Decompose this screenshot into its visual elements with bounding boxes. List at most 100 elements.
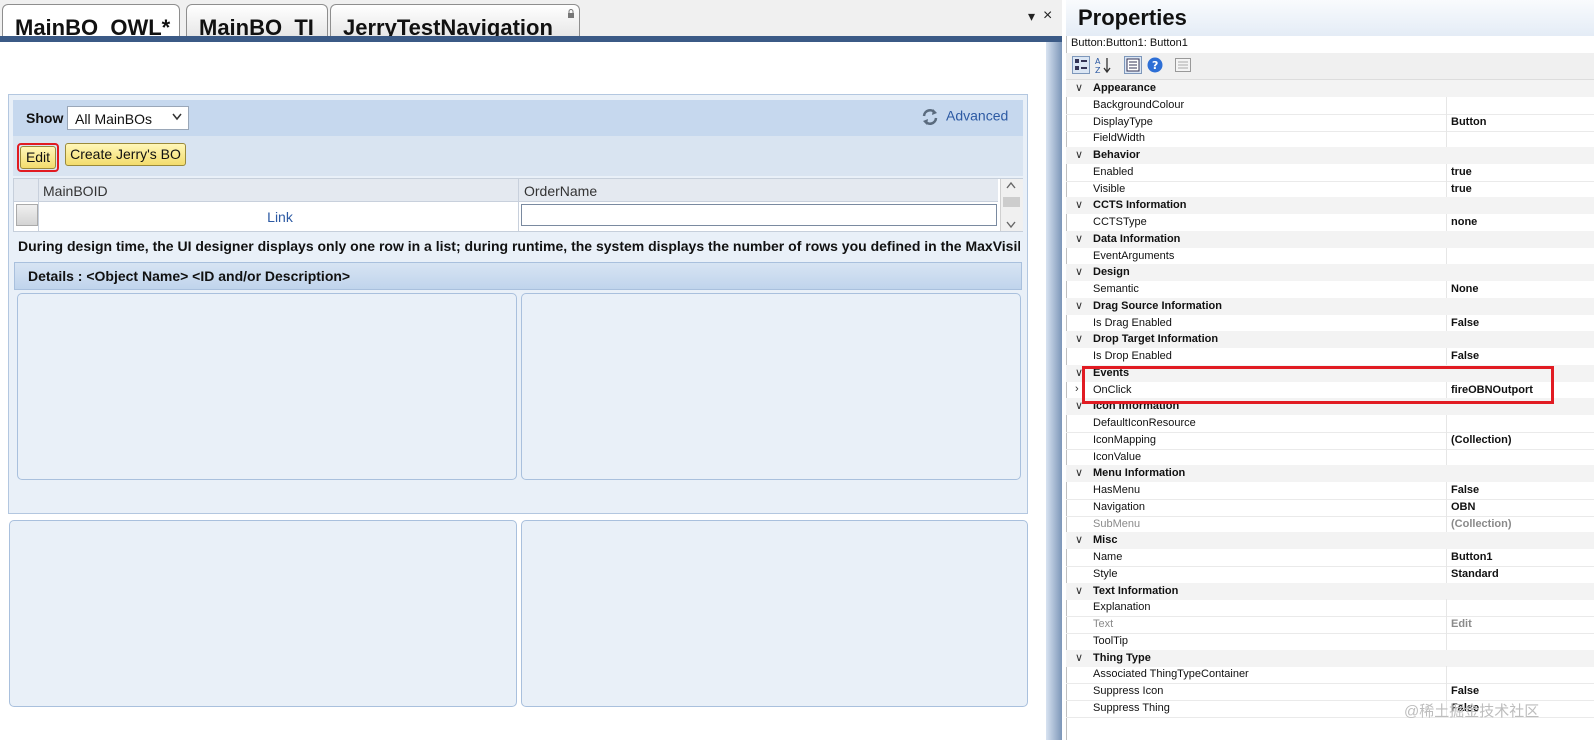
property-row[interactable]: FieldWidth bbox=[1066, 130, 1594, 149]
property-category[interactable]: ∨ Data Information bbox=[1066, 230, 1594, 248]
collapse-category-icon[interactable]: ∨ bbox=[1075, 584, 1087, 597]
sort-alphabetical-icon[interactable]: A Z bbox=[1094, 56, 1112, 74]
categorized-icon[interactable] bbox=[1072, 56, 1090, 74]
property-category[interactable]: ∨ Misc bbox=[1066, 532, 1594, 550]
property-row[interactable]: DefaultIconResource bbox=[1066, 415, 1594, 433]
property-row[interactable]: Style Standard bbox=[1066, 565, 1594, 584]
property-row[interactable]: Associated ThingTypeContainer bbox=[1066, 666, 1594, 685]
property-value[interactable]: Button bbox=[1451, 116, 1486, 128]
property-name: ToolTip bbox=[1093, 634, 1129, 647]
category-name: CCTS Information bbox=[1093, 199, 1187, 212]
column-header-mainboid[interactable]: MainBOID bbox=[43, 183, 108, 199]
property-value[interactable]: False bbox=[1451, 484, 1479, 496]
property-row[interactable]: Suppress Icon False bbox=[1066, 683, 1594, 701]
property-row[interactable]: Enabled true bbox=[1066, 163, 1594, 182]
property-value[interactable]: None bbox=[1451, 283, 1479, 295]
help-icon[interactable]: ? bbox=[1146, 56, 1164, 74]
table-scrollbar[interactable] bbox=[1000, 179, 1023, 231]
property-category[interactable]: ∨ Menu Information bbox=[1066, 465, 1594, 483]
property-value[interactable]: true bbox=[1451, 166, 1472, 178]
scroll-up-icon[interactable] bbox=[1006, 181, 1016, 189]
advanced-link[interactable]: Advanced bbox=[920, 107, 1008, 127]
property-row[interactable]: DisplayType Button bbox=[1066, 113, 1594, 132]
property-category[interactable]: ∨ Thing Type bbox=[1066, 649, 1594, 667]
property-row[interactable]: EventArguments bbox=[1066, 247, 1594, 266]
property-category[interactable]: ∨ Design bbox=[1066, 264, 1594, 282]
property-category[interactable]: ∨ Appearance bbox=[1066, 80, 1594, 97]
property-row[interactable]: Is Drop Enabled False bbox=[1066, 348, 1594, 366]
property-value[interactable]: Edit bbox=[1451, 618, 1472, 630]
collapse-category-icon[interactable]: ∨ bbox=[1075, 466, 1087, 479]
category-name: Text Information bbox=[1093, 584, 1179, 597]
category-name: Data Information bbox=[1093, 232, 1181, 245]
scroll-down-icon[interactable] bbox=[1006, 221, 1016, 229]
category-name: Behavior bbox=[1093, 149, 1141, 161]
property-row[interactable]: CCTSType none bbox=[1066, 214, 1594, 232]
property-category[interactable]: ∨ Drag Source Information bbox=[1066, 297, 1594, 315]
collapse-category-icon[interactable]: ∨ bbox=[1075, 332, 1087, 345]
property-row[interactable]: BackgroundColour bbox=[1066, 96, 1594, 115]
property-name: IconValue bbox=[1093, 450, 1142, 463]
property-value[interactable]: Button1 bbox=[1451, 551, 1493, 563]
category-name: Misc bbox=[1093, 534, 1118, 547]
tab-mainbo-owl[interactable]: MainBO_OWL* bbox=[2, 4, 180, 36]
property-row[interactable]: Is Drag Enabled False bbox=[1066, 314, 1594, 333]
property-row[interactable]: Navigation OBN bbox=[1066, 498, 1594, 517]
property-value[interactable]: False bbox=[1451, 350, 1479, 362]
property-row[interactable]: IconValue bbox=[1066, 448, 1594, 467]
property-value[interactable]: False bbox=[1451, 685, 1479, 697]
properties-view-icon[interactable] bbox=[1124, 56, 1142, 74]
property-value[interactable]: False bbox=[1451, 317, 1479, 329]
collapse-category-icon[interactable]: ∨ bbox=[1075, 148, 1087, 161]
collapse-category-icon[interactable]: ∨ bbox=[1075, 232, 1087, 245]
property-row[interactable]: Visible true bbox=[1066, 180, 1594, 199]
collapse-category-icon[interactable]: ∨ bbox=[1075, 651, 1087, 664]
column-separator bbox=[1446, 448, 1447, 466]
category-name: Design bbox=[1093, 266, 1130, 279]
property-value[interactable]: (Collection) bbox=[1451, 518, 1512, 530]
property-value[interactable]: OBN bbox=[1451, 501, 1475, 513]
show-label: Show bbox=[26, 110, 64, 126]
property-row[interactable]: IconMapping (Collection) bbox=[1066, 431, 1594, 450]
property-row[interactable]: Explanation bbox=[1066, 599, 1594, 618]
property-value[interactable]: (Collection) bbox=[1451, 434, 1512, 446]
collapse-category-icon[interactable]: ∨ bbox=[1075, 533, 1087, 546]
table-header bbox=[14, 179, 998, 202]
property-pages-icon[interactable] bbox=[1174, 56, 1192, 74]
property-category[interactable]: ∨ Text Information bbox=[1066, 582, 1594, 600]
ordername-input[interactable] bbox=[521, 204, 997, 226]
property-row[interactable]: HasMenu False bbox=[1066, 482, 1594, 500]
property-value[interactable]: true bbox=[1451, 183, 1472, 195]
row-selector[interactable] bbox=[16, 204, 38, 226]
tab-list-dropdown-icon[interactable]: ▾ bbox=[1028, 8, 1035, 25]
edit-button[interactable]: Edit bbox=[20, 146, 56, 169]
collapse-category-icon[interactable]: ∨ bbox=[1075, 198, 1087, 211]
property-row[interactable]: Semantic None bbox=[1066, 281, 1594, 299]
column-header-ordername[interactable]: OrderName bbox=[524, 183, 597, 199]
property-value[interactable]: Standard bbox=[1451, 568, 1499, 580]
details-pane-left bbox=[17, 293, 517, 480]
collapse-category-icon[interactable]: ∨ bbox=[1075, 81, 1087, 94]
property-row[interactable]: ToolTip bbox=[1066, 632, 1594, 651]
svg-text:?: ? bbox=[1152, 59, 1158, 72]
close-tab-icon[interactable]: × bbox=[1043, 7, 1052, 25]
property-category[interactable]: ∨ CCTS Information bbox=[1066, 197, 1594, 215]
details-header: Details : <Object Name> <ID and/or Descr… bbox=[14, 262, 1022, 290]
property-category[interactable]: ∨ Behavior bbox=[1066, 147, 1594, 164]
scroll-thumb[interactable] bbox=[1003, 197, 1020, 207]
property-name: Suppress Thing bbox=[1093, 701, 1170, 714]
property-row[interactable]: SubMenu (Collection) bbox=[1066, 515, 1594, 534]
collapse-category-icon[interactable]: ∨ bbox=[1075, 265, 1087, 278]
property-category[interactable]: ∨ Drop Target Information bbox=[1066, 331, 1594, 349]
property-row[interactable]: Name Button1 bbox=[1066, 549, 1594, 567]
create-jerrys-bo-button[interactable]: Create Jerry's BO bbox=[65, 143, 186, 166]
collapse-category-icon[interactable]: ∨ bbox=[1075, 299, 1087, 312]
tab-mainbo-ti[interactable]: MainBO_TI bbox=[186, 4, 328, 36]
property-row[interactable]: Text Edit bbox=[1066, 616, 1594, 634]
mainboid-link[interactable]: Link bbox=[240, 209, 320, 225]
designer-scrollbar[interactable] bbox=[1046, 42, 1062, 740]
tab-jerrytestnavigation[interactable]: JerryTestNavigation bbox=[330, 4, 580, 36]
column-separator bbox=[1446, 96, 1447, 114]
show-select[interactable]: All MainBOs bbox=[67, 106, 189, 130]
property-value[interactable]: none bbox=[1451, 216, 1477, 228]
